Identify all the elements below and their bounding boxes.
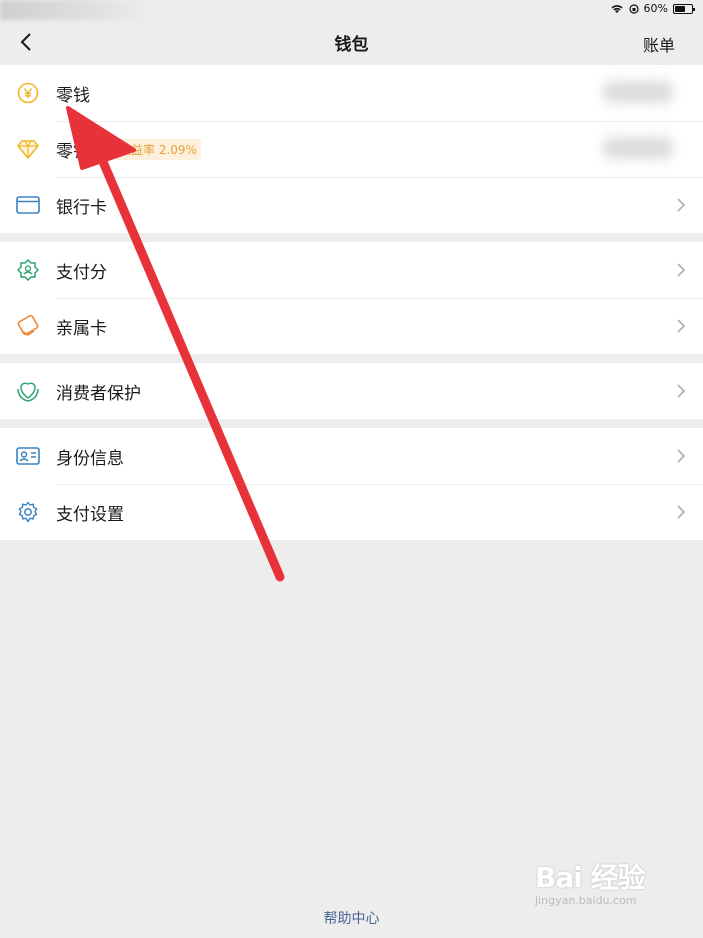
lingqiantong-amount-blurred (603, 137, 673, 159)
list-item-identity-info[interactable]: 身份信息 (0, 428, 703, 484)
chevron-right-icon (677, 263, 686, 277)
settings-gear-icon (0, 484, 56, 540)
bill-button[interactable]: 账单 (643, 32, 675, 56)
yield-rate-badge: 收益率 2.09% (115, 138, 201, 160)
wifi-icon (610, 4, 623, 13)
family-card-icon (0, 298, 56, 354)
battery-percent: 60% (643, 2, 668, 15)
list-item-family-card[interactable]: 亲属卡 (0, 298, 703, 354)
wallet-group-credit: 支付分 亲属卡 (0, 242, 703, 354)
page-title: 钱包 (334, 34, 369, 55)
list-item-bank-card[interactable]: 银行卡 (0, 177, 703, 233)
wallet-group-settings: 身份信息 支付设置 (0, 428, 703, 540)
list-item-label: 零钱通 (56, 141, 107, 162)
balance-amount-blurred (603, 81, 673, 103)
list-item-label: 支付设置 (56, 504, 124, 525)
help-center-link[interactable]: 帮助中心 (0, 908, 703, 928)
lock-rotation-icon (628, 3, 639, 14)
watermark-logo-text: Bai 经验 (535, 861, 646, 894)
list-item-label: 亲属卡 (56, 318, 107, 339)
status-bar: 60% (0, 0, 703, 20)
battery-icon (673, 3, 695, 14)
wallet-group-protection: 消费者保护 (0, 363, 703, 419)
baidu-jingyan-watermark: Bai 经验 jingyan.baidu.com (535, 852, 665, 908)
watermark-url: jingyan.baidu.com (535, 894, 637, 907)
chevron-left-icon (20, 33, 31, 51)
navigation-bar: 钱包 账单 (0, 20, 703, 64)
chevron-right-icon (677, 384, 686, 398)
chevron-right-icon (677, 319, 686, 333)
yuan-coin-icon (0, 65, 56, 121)
chevron-right-icon (677, 449, 686, 463)
list-item-label: 消费者保护 (56, 383, 141, 404)
bank-card-icon (0, 177, 56, 233)
list-item-payment-settings[interactable]: 支付设置 (0, 484, 703, 540)
diamond-icon (0, 121, 56, 177)
list-item-lingqiantong[interactable]: 零钱通 收益率 2.09% (0, 121, 703, 177)
id-info-icon (0, 428, 56, 484)
back-button[interactable] (12, 28, 40, 56)
consumer-protection-icon (0, 363, 56, 419)
list-item-label: 身份信息 (56, 448, 124, 469)
list-item-consumer-protection[interactable]: 消费者保护 (0, 363, 703, 419)
chevron-right-icon (677, 505, 686, 519)
list-item-label: 银行卡 (56, 197, 107, 218)
pay-score-icon (0, 242, 56, 298)
list-item-balance[interactable]: 零钱 (0, 65, 703, 121)
list-item-pay-score[interactable]: 支付分 (0, 242, 703, 298)
list-item-label: 支付分 (56, 262, 107, 283)
list-item-label: 零钱 (56, 85, 90, 106)
status-bar-blur (0, 0, 150, 20)
wallet-group-balance: 零钱 零钱通 收益率 2.09% 银行卡 (0, 65, 703, 233)
chevron-right-icon (677, 198, 686, 212)
status-icons: 60% (610, 2, 695, 15)
